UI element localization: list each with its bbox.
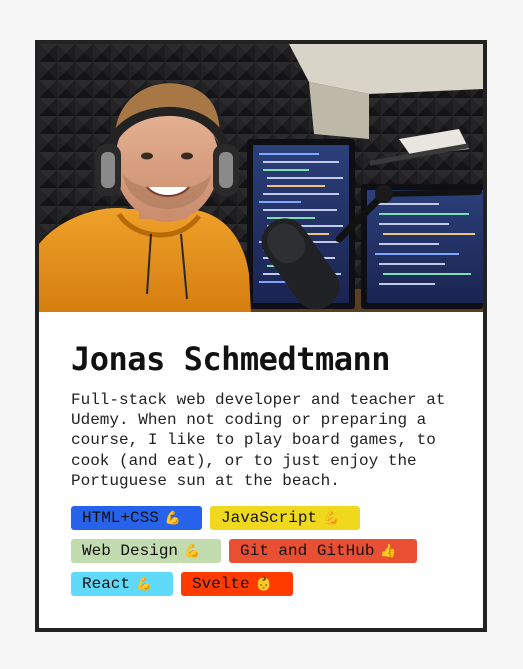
skill-badge-web-design: Web Design 💪 xyxy=(71,539,221,563)
thumbs-up-icon: 👍 xyxy=(380,544,397,559)
flexed-biceps-icon: 💪 xyxy=(184,544,201,559)
flexed-biceps-icon: 💪 xyxy=(323,511,340,526)
skill-badge-html-css: HTML+CSS 💪 xyxy=(71,506,202,530)
flexed-biceps-icon: 💪 xyxy=(136,577,153,592)
skill-label: Svelte xyxy=(192,575,250,593)
profile-photo xyxy=(39,44,483,312)
skill-badge-react: React 💪 xyxy=(71,572,173,596)
skill-badge-javascript: JavaScript 💪 xyxy=(210,506,360,530)
profile-bio: Full-stack web developer and teacher at … xyxy=(71,391,446,490)
skill-label: Git and GitHub xyxy=(240,542,375,560)
skill-label: React xyxy=(82,575,131,593)
flexed-biceps-icon: 💪 xyxy=(164,511,181,526)
skill-label: JavaScript xyxy=(221,509,318,527)
skill-badge-svelte: Svelte 👶 xyxy=(181,572,293,596)
skill-label: Web Design xyxy=(82,542,179,560)
profile-name: Jonas Schmedtmann xyxy=(71,340,391,378)
skill-label: HTML+CSS xyxy=(82,509,159,527)
skill-badge-git-github: Git and GitHub 👍 xyxy=(229,539,417,563)
baby-icon: 👶 xyxy=(255,577,272,592)
profile-card: Jonas Schmedtmann Full-stack web develop… xyxy=(35,40,487,632)
